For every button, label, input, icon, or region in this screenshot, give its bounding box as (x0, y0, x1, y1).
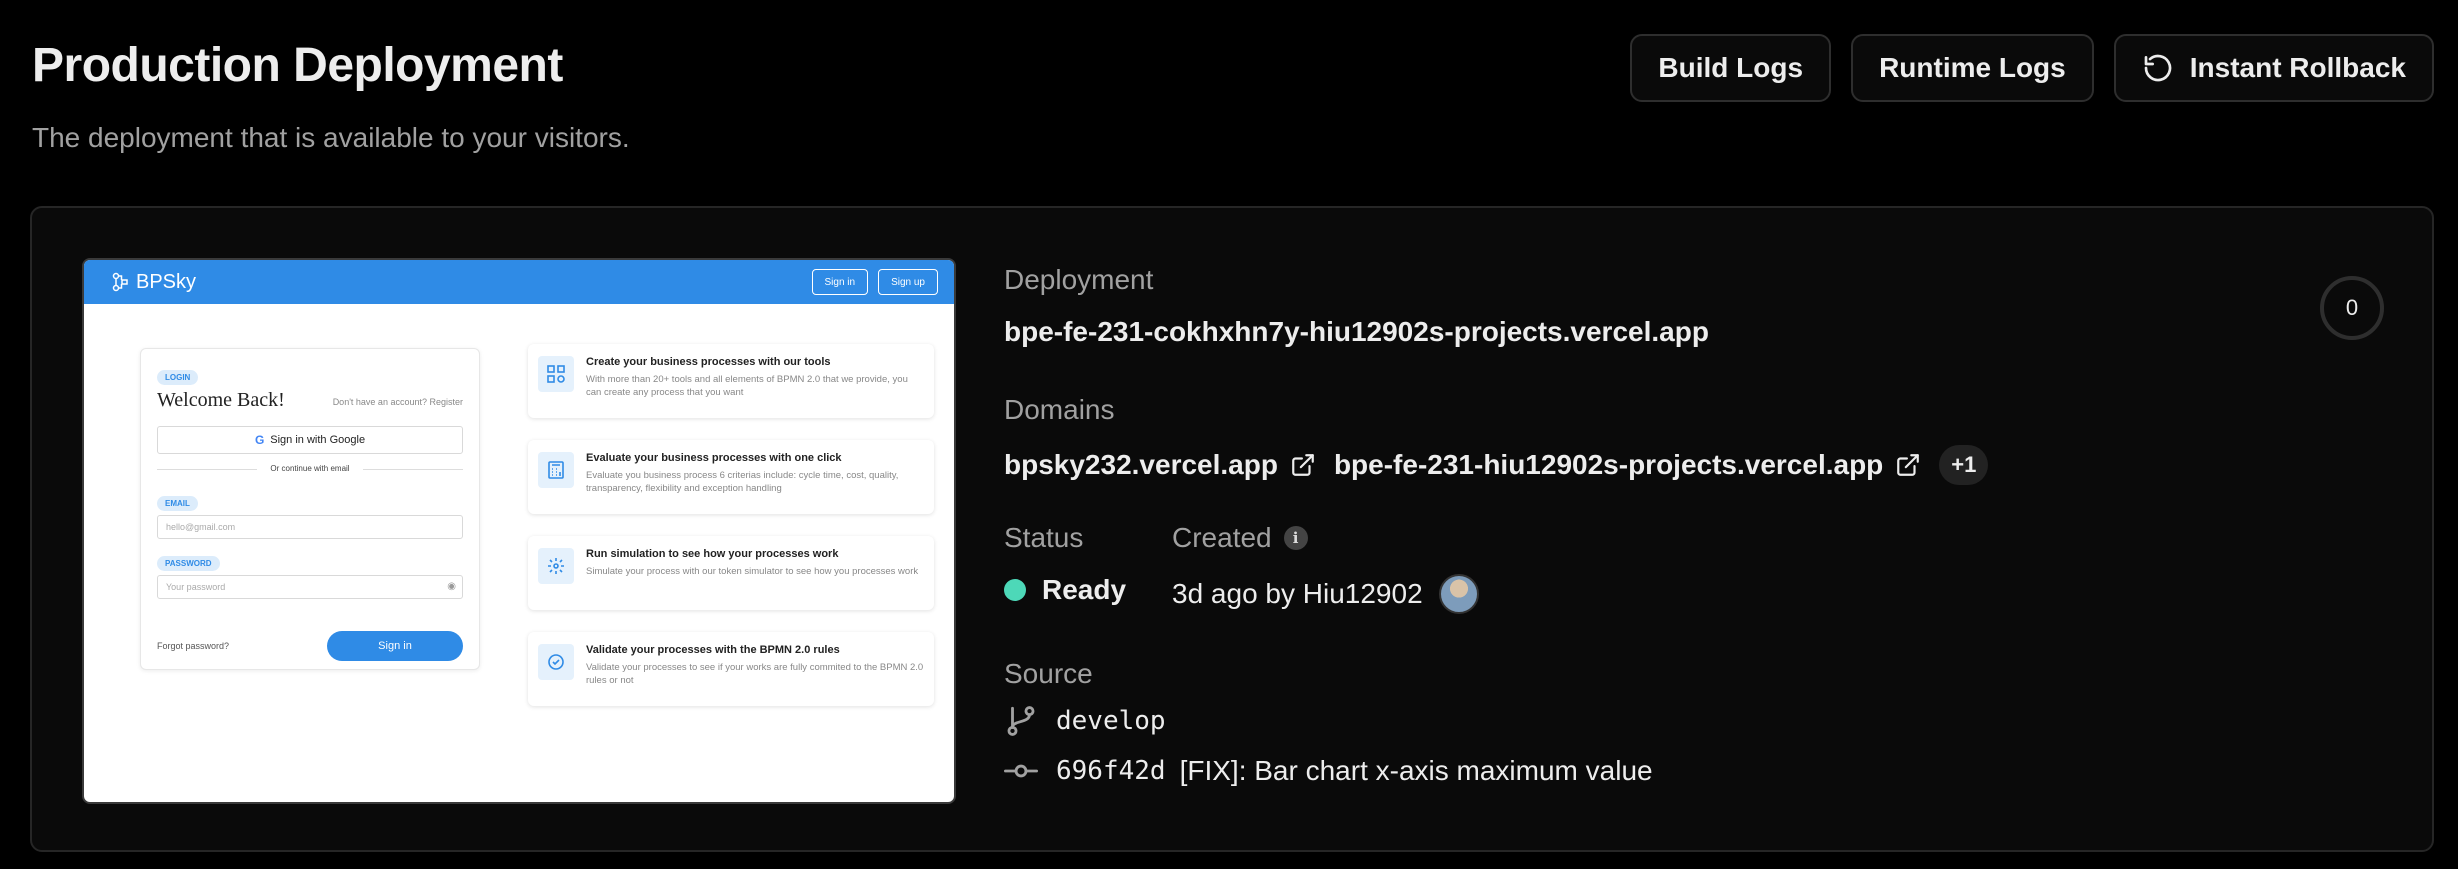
preview-email-label: EMAIL (157, 496, 198, 511)
preview-feature-card: Run simulation to see how your processes… (528, 536, 934, 610)
instant-rollback-button[interactable]: Instant Rollback (2113, 34, 2434, 102)
runtime-logs-label: Runtime Logs (1879, 52, 2066, 83)
preview-forgot-password: Forgot password? (157, 641, 230, 651)
header-actions: Build Logs Runtime Logs Instant Rollback (1630, 34, 2434, 102)
bpsky-logo-icon (112, 272, 128, 292)
preview-logo: BPSky (112, 271, 196, 294)
source-commit-row[interactable]: 696f42d [FIX]: Bar chart x-axis maximum … (1004, 754, 1653, 788)
preview-sign-up-button: Sign up (878, 269, 938, 295)
created-value: 3d ago by Hiu12902 (1172, 578, 1423, 609)
created-info: 3d ago by Hiu12902 (1172, 574, 1479, 614)
check-circle-icon (548, 654, 564, 670)
preview-login-badge: LOGIN (157, 370, 199, 385)
domain-link[interactable]: bpsky232.vercel.app (1004, 449, 1316, 481)
domain-text: bpsky232.vercel.app (1004, 449, 1278, 480)
preview-feature-card: Create your business processes with our … (528, 344, 934, 418)
preview-password-placeholder: Your password (166, 582, 226, 592)
created-header: Created i (1172, 522, 1308, 554)
page-title: Production Deployment (32, 39, 563, 92)
calculator-icon (548, 461, 564, 479)
preview-register-link: Don't have an account? Register (332, 397, 463, 407)
preview-feature-title: Validate your processes with the BPMN 2.… (586, 644, 840, 656)
preview-feature-desc: Evaluate you business process 6 criteria… (586, 470, 899, 495)
commit-hash: 696f42d (1056, 756, 1166, 786)
preview-brand: BPSky (136, 270, 197, 293)
preview-or-divider: Or continue with email (157, 464, 463, 473)
git-branch-icon (1007, 706, 1035, 736)
deployment-preview[interactable]: BPSky Sign in Sign up LOGIN Welcome Back… (82, 258, 956, 804)
preview-feature-title: Create your business processes with our … (586, 356, 831, 368)
source-label: Source (1004, 658, 1093, 689)
page-subtitle: The deployment that is available to your… (32, 122, 630, 153)
info-icon[interactable]: i (1283, 526, 1308, 550)
instant-rollback-label: Instant Rollback (2189, 52, 2406, 83)
domains-label: Domains (1004, 394, 1115, 425)
more-domains-badge[interactable]: +1 (1939, 445, 1989, 485)
created-label: Created (1172, 522, 1272, 553)
runtime-logs-button[interactable]: Runtime Logs (1851, 34, 2094, 102)
deployment-counter[interactable]: 0 (2320, 276, 2384, 340)
build-logs-label: Build Logs (1658, 52, 1804, 83)
domains-list: bpsky232.vercel.app bpe-fe-231-hiu12902s… (1004, 445, 1989, 485)
grid-icon (547, 365, 565, 383)
status-indicator: Ready (1004, 574, 1126, 606)
domain-text: bpe-fe-231-hiu12902s-projects.vercel.app (1333, 449, 1884, 480)
preview-features: Create your business processes with our … (528, 344, 934, 728)
preview-password-label: PASSWORD (157, 556, 220, 571)
preview-login-card: LOGIN Welcome Back! Don't have an accoun… (140, 348, 480, 670)
preview-google-label: Sign in with Google (270, 434, 366, 446)
avatar[interactable] (1438, 574, 1479, 614)
preview-google-button: G Sign in with Google (157, 426, 463, 454)
google-icon: G (254, 433, 265, 447)
preview-sign-in-button: Sign in (811, 269, 869, 295)
status-value: Ready (1042, 574, 1127, 605)
preview-feature-title: Evaluate your business processes with on… (586, 452, 842, 464)
status-label: Status (1004, 522, 1084, 553)
simulation-icon (548, 558, 564, 574)
rollback-icon (2144, 54, 2172, 82)
preview-feature-card: Evaluate your business processes with on… (528, 440, 934, 514)
preview-feature-card: Validate your processes with the BPMN 2.… (528, 632, 934, 706)
preview-navbar: BPSky Sign in Sign up (84, 260, 954, 304)
preview-feature-desc: Validate your processes to see if your w… (586, 662, 924, 687)
preview-email-input: hello@gmail.com (157, 515, 463, 539)
preview-feature-desc: With more than 20+ tools and all element… (586, 374, 908, 399)
external-link-icon (1292, 454, 1314, 476)
source-branch-row[interactable]: develop (1004, 704, 1166, 738)
domain-link[interactable]: bpe-fe-231-hiu12902s-projects.vercel.app (1334, 449, 1921, 481)
preview-password-input: Your password ◉ (157, 575, 463, 599)
external-link-icon (1897, 454, 1920, 476)
build-logs-button[interactable]: Build Logs (1630, 34, 1832, 102)
preview-feature-desc: Simulate your process with our token sim… (586, 566, 919, 577)
git-commit-icon (1004, 764, 1038, 778)
preview-feature-title: Run simulation to see how your processes… (586, 548, 839, 560)
commit-message: [FIX]: Bar chart x-axis maximum value (1179, 755, 1653, 786)
deployment-url-link[interactable]: bpe-fe-231-cokhxhn7y-hiu12902s-projects.… (1004, 316, 1709, 348)
deployment-card: BPSky Sign in Sign up LOGIN Welcome Back… (30, 206, 2434, 852)
status-dot-icon (1004, 579, 1026, 601)
preview-sign-in-submit: Sign in (327, 631, 463, 661)
eye-icon: ◉ (447, 581, 456, 592)
deployment-label: Deployment (1004, 264, 1154, 295)
branch-name: develop (1056, 706, 1166, 736)
